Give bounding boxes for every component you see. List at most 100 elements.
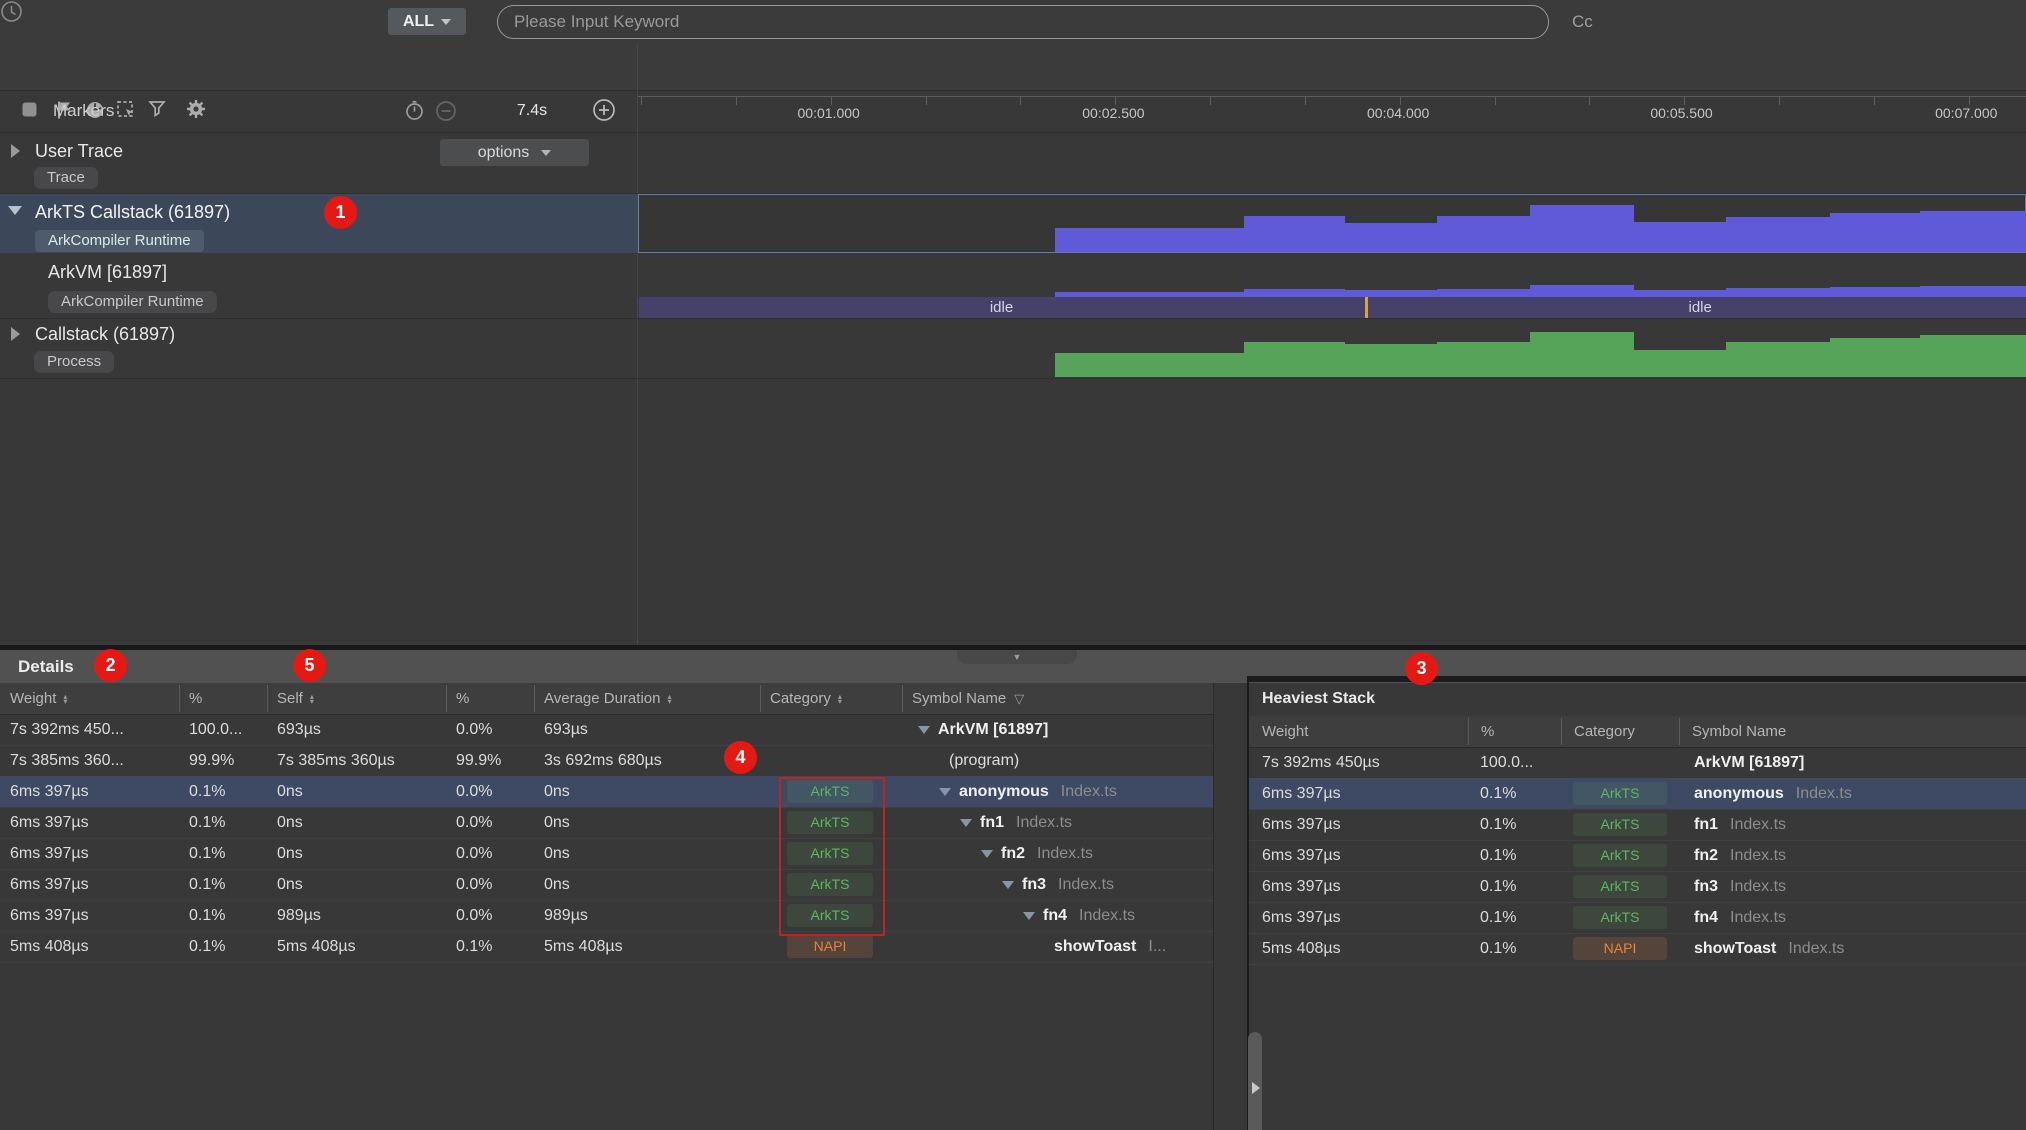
- column-separator[interactable]: [534, 685, 535, 712]
- visible-duration-label: 7.4s: [500, 88, 564, 134]
- heaviest-stack-row[interactable]: 6ms 397µs0.1%ArkTSanonymousIndex.ts: [1249, 778, 2026, 810]
- details-table-row[interactable]: 7s 385ms 360...99.9%7s 385ms 360µs99.9%3…: [0, 745, 1213, 777]
- activity-bar-segment: [1055, 353, 1244, 377]
- expand-collapsed-icon[interactable]: [11, 144, 20, 158]
- chevron-down-icon: [541, 150, 551, 156]
- sort-icon[interactable]: ▴▾: [838, 694, 842, 704]
- details-table-row[interactable]: 6ms 397µs0.1%0ns0.0%0nsArkTSfn2Index.ts: [0, 838, 1213, 870]
- reset-timer-icon[interactable]: [404, 100, 425, 121]
- sort-icon[interactable]: ▴▾: [310, 694, 314, 704]
- column-header-category[interactable]: Category▴▾: [770, 683, 842, 714]
- ruler-tick: [926, 96, 927, 105]
- column-separator[interactable]: [902, 685, 903, 712]
- profiler-toolbar: 7.4s 00:01.00000:02.50000:04.00000:05.50…: [0, 44, 2026, 90]
- table-cell: 0ns: [277, 838, 303, 869]
- column-separator[interactable]: [179, 685, 180, 712]
- column-separator[interactable]: [760, 685, 761, 712]
- tree-expand-icon[interactable]: [918, 726, 930, 734]
- table-cell: 0.0%: [456, 714, 492, 745]
- filter-icon[interactable]: ▽: [1014, 691, 1024, 706]
- stop-icon[interactable]: [20, 100, 39, 119]
- activity-bar-segment: [1634, 350, 1726, 377]
- filter-icon[interactable]: [148, 100, 166, 118]
- details-table-row[interactable]: 6ms 397µs0.1%0ns0.0%0nsArkTSanonymousInd…: [0, 776, 1213, 808]
- table-cell: 5ms 408µs: [277, 931, 356, 962]
- column-header-%[interactable]: %: [1481, 716, 1494, 747]
- activity-bar-segment: [1437, 342, 1530, 377]
- activity-bar-segment: [1437, 216, 1530, 252]
- tree-expand-icon[interactable]: [1023, 912, 1035, 920]
- tree-expand-icon[interactable]: [981, 850, 993, 858]
- tree-expand-icon[interactable]: [960, 819, 972, 827]
- table-cell: 3s 692ms 680µs: [544, 745, 662, 776]
- activity-bar-segment: [1244, 216, 1345, 252]
- expand-collapsed-icon[interactable]: [11, 327, 20, 341]
- heaviest-stack-row[interactable]: 7s 392ms 450µs100.0...ArkVM [61897]: [1249, 747, 2026, 779]
- zoom-out-icon[interactable]: [435, 100, 457, 122]
- column-header-%[interactable]: %: [189, 683, 202, 714]
- table-cell: fn1Index.ts: [1694, 809, 1786, 840]
- details-table-row[interactable]: 6ms 397µs0.1%0ns0.0%0nsArkTSfn3Index.ts: [0, 869, 1213, 901]
- match-case-toggle[interactable]: Cc: [1572, 0, 1593, 44]
- table-cell: 6ms 397µs: [1262, 778, 1341, 809]
- details-table-row[interactable]: 6ms 397µs0.1%989µs0.0%989µsArkTSfn4Index…: [0, 900, 1213, 932]
- column-header-%[interactable]: %: [456, 683, 469, 714]
- symbol-name: showToast: [1694, 940, 1776, 957]
- table-cell: 0.1%: [189, 838, 225, 869]
- heaviest-stack-row[interactable]: 6ms 397µs0.1%ArkTSfn4Index.ts: [1249, 902, 2026, 934]
- column-header-self[interactable]: Self▴▾: [277, 683, 314, 714]
- table-cell: anonymousIndex.ts: [1694, 778, 1852, 809]
- zoom-in-icon[interactable]: [592, 98, 616, 122]
- column-header-symbol-name[interactable]: Symbol Name: [1692, 716, 1786, 747]
- arkvm-idle-bar[interactable]: idleidle: [639, 297, 2026, 318]
- ruler-time-label: 00:02.500: [1043, 105, 1183, 121]
- details-table-row[interactable]: 6ms 397µs0.1%0ns0.0%0nsArkTSfn1Index.ts: [0, 807, 1213, 839]
- column-header-weight[interactable]: Weight▴▾: [10, 683, 67, 714]
- column-separator[interactable]: [446, 685, 447, 712]
- details-table-row[interactable]: 5ms 408µs0.1%5ms 408µs0.1%5ms 408µsNAPIs…: [0, 931, 1213, 963]
- region-select-icon[interactable]: [116, 100, 136, 120]
- column-header-weight[interactable]: Weight: [1262, 716, 1308, 747]
- heaviest-stack-row[interactable]: 6ms 397µs0.1%ArkTSfn1Index.ts: [1249, 809, 2026, 841]
- column-header-category[interactable]: Category: [1574, 716, 1635, 747]
- table-cell: ArkVM [61897]: [1694, 747, 1804, 778]
- column-separator[interactable]: [1561, 718, 1562, 745]
- history-clock-icon[interactable]: [0, 0, 23, 23]
- activity-bar-segment: [1830, 287, 1920, 297]
- tree-expand-icon[interactable]: [1002, 881, 1014, 889]
- table-cell: 6ms 397µs: [1262, 840, 1341, 871]
- column-separator[interactable]: [1679, 718, 1680, 745]
- column-separator[interactable]: [267, 685, 268, 712]
- symbol-file: Index.ts: [1037, 845, 1093, 862]
- options-button[interactable]: options: [440, 139, 589, 166]
- annotation-badge-1: 1: [324, 196, 357, 229]
- details-table-row[interactable]: 7s 392ms 450...100.0...693µs0.0%693µsArk…: [0, 714, 1213, 746]
- category-chip-arkts: ArkTS: [1573, 906, 1667, 929]
- expand-panel-scrollbar[interactable]: [1248, 1032, 1262, 1130]
- search-scope-dropdown[interactable]: ALL: [388, 8, 466, 35]
- ruler-tick: [1400, 96, 1401, 105]
- symbol-name: ArkVM [61897]: [1694, 754, 1804, 771]
- table-cell: 100.0...: [189, 714, 242, 745]
- tree-expand-icon[interactable]: [939, 788, 951, 796]
- sort-icon[interactable]: ▴▾: [63, 694, 67, 704]
- settings-gear-icon[interactable]: [185, 98, 207, 120]
- expand-expanded-icon[interactable]: [8, 206, 22, 215]
- heaviest-stack-row[interactable]: 6ms 397µs0.1%ArkTSfn2Index.ts: [1249, 840, 2026, 872]
- search-input[interactable]: [497, 5, 1549, 39]
- table-cell: fn3Index.ts: [1694, 871, 1786, 902]
- ruler-tick: [1969, 96, 1970, 105]
- sort-icon[interactable]: ▴▾: [667, 694, 671, 704]
- panel-divider-vertical[interactable]: [637, 44, 638, 645]
- column-header-symbol-name[interactable]: Symbol Name▽: [912, 683, 1024, 714]
- collapse-panel-handle[interactable]: ▼: [957, 650, 1077, 664]
- symbol-file: Index.ts: [1016, 814, 1072, 831]
- activity-bar-segment: [1345, 344, 1437, 377]
- chevron-down-icon: [441, 19, 451, 25]
- heaviest-stack-row[interactable]: 6ms 397µs0.1%ArkTSfn3Index.ts: [1249, 871, 2026, 903]
- column-header-average-duration[interactable]: Average Duration▴▾: [544, 683, 671, 714]
- column-separator[interactable]: [1468, 718, 1469, 745]
- table-cell: 0.1%: [189, 776, 225, 807]
- timeline-ruler[interactable]: 00:01.00000:02.50000:04.00000:05.50000:0…: [637, 88, 2026, 134]
- heaviest-stack-row[interactable]: 5ms 408µs0.1%NAPIshowToastIndex.ts: [1249, 933, 2026, 965]
